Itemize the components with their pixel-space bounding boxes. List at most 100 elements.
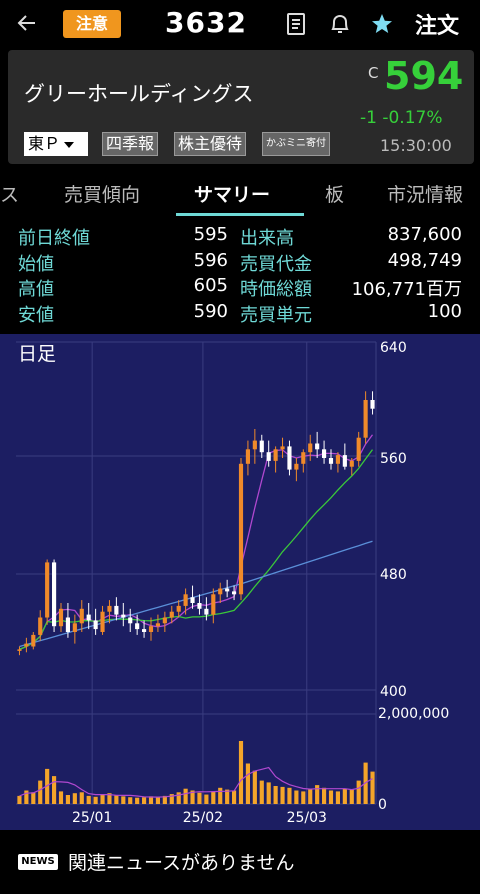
chart-canvas: 日足 640 560 480 400 2,000,000 0 25/01 25/02 25/03 bbox=[16, 340, 449, 826]
bell-icon[interactable] bbox=[327, 11, 353, 37]
volume-bar bbox=[294, 790, 299, 804]
volume-bar bbox=[24, 790, 29, 804]
candle-body bbox=[86, 614, 91, 621]
chart-grid bbox=[16, 341, 377, 805]
volume-series bbox=[17, 741, 375, 804]
stat-value: 590 bbox=[193, 301, 228, 322]
candle-body bbox=[342, 455, 347, 467]
volume-bar bbox=[93, 796, 98, 804]
candle-body bbox=[45, 562, 50, 618]
candle-body bbox=[245, 449, 250, 464]
volume-bar bbox=[252, 770, 257, 804]
candle-body bbox=[363, 400, 368, 438]
candle-body bbox=[238, 463, 244, 595]
candle-body bbox=[259, 440, 264, 453]
candle-body bbox=[183, 594, 188, 606]
candle-body bbox=[38, 617, 43, 635]
volume-bar bbox=[218, 787, 223, 804]
stat-label: 高値 bbox=[18, 279, 54, 300]
candle-body bbox=[72, 623, 77, 632]
candle-body bbox=[52, 562, 57, 627]
tab-trade-trend[interactable]: 売買傾向 bbox=[64, 180, 140, 207]
volume-bar bbox=[335, 791, 340, 804]
news-bar[interactable]: NEWS 関連ニュースがありません bbox=[0, 832, 480, 894]
stat-value: 837,600 bbox=[387, 224, 462, 245]
daily-chart[interactable]: 日足 640 560 480 400 2,000,000 0 25/01 25/02 25/03 bbox=[0, 334, 480, 830]
caution-badge: 注意 bbox=[63, 10, 121, 38]
stat-label: 売買代金 bbox=[240, 254, 312, 275]
candle-body bbox=[322, 449, 327, 458]
price-tick-label: 560 bbox=[380, 451, 407, 467]
tab-board[interactable]: 板 bbox=[325, 180, 344, 207]
tab-market-info[interactable]: 市況情報 bbox=[387, 180, 463, 207]
stat-value: 596 bbox=[193, 250, 228, 271]
volume-bar bbox=[100, 795, 105, 804]
volume-bar bbox=[280, 786, 285, 804]
stat-label: 始値 bbox=[18, 254, 54, 275]
candle-body bbox=[121, 614, 126, 618]
candle-body bbox=[294, 463, 299, 470]
candle-body bbox=[349, 460, 354, 467]
candle-body bbox=[58, 608, 64, 627]
volume-bar bbox=[31, 792, 36, 804]
shikiho-tag[interactable]: 四季報 bbox=[102, 132, 159, 156]
candle-body bbox=[79, 608, 84, 624]
market-select[interactable]: 東Ｐ bbox=[24, 132, 88, 156]
volume-bar bbox=[356, 780, 361, 804]
note-icon[interactable] bbox=[283, 11, 309, 37]
summary-stats: 前日終値 595 出来高 837,600 始値 596 売買代金 498,749… bbox=[0, 222, 480, 328]
candle-body bbox=[273, 449, 278, 461]
volume-bar bbox=[204, 794, 209, 804]
candle-body bbox=[128, 617, 133, 624]
volume-bar bbox=[176, 792, 181, 804]
stat-label: 安値 bbox=[18, 305, 54, 326]
shareholder-benefit-tag[interactable]: 株主優待 bbox=[174, 132, 247, 156]
candle-body bbox=[266, 452, 271, 461]
volume-bar bbox=[266, 782, 271, 804]
volume-bar bbox=[17, 795, 22, 804]
star-icon[interactable] bbox=[369, 11, 395, 37]
stock-card: グリーホールディングス C 594 -1 -0.17% 15:30:00 東Ｐ … bbox=[8, 50, 474, 164]
volume-bar bbox=[273, 786, 278, 804]
volume-bar bbox=[370, 771, 375, 804]
stock-name: グリーホールディングス bbox=[24, 82, 254, 106]
price-time: 15:30:00 bbox=[380, 136, 452, 155]
back-arrow-icon[interactable] bbox=[14, 10, 40, 36]
candle-body bbox=[287, 446, 292, 470]
moving-averages bbox=[19, 434, 374, 650]
candle-body bbox=[204, 608, 209, 615]
candle-body bbox=[93, 620, 98, 630]
tab-partial[interactable]: ス bbox=[0, 180, 19, 207]
ma-mid-line bbox=[19, 449, 374, 650]
volume-bar bbox=[52, 776, 57, 804]
stat-value: 106,771百万 bbox=[351, 279, 462, 300]
candle-body bbox=[280, 446, 285, 450]
candle-body bbox=[328, 458, 334, 464]
stat-label: 売買単元 bbox=[240, 305, 312, 326]
volume-bar bbox=[308, 788, 313, 804]
tab-bar: ス 売買傾向 サマリー 板 市況情報 bbox=[0, 168, 480, 218]
candle-body bbox=[211, 594, 216, 615]
volume-bar bbox=[322, 787, 327, 804]
kabumini-tag[interactable]: かぶミニ寄付 bbox=[262, 132, 330, 156]
volume-bar bbox=[38, 780, 43, 804]
candle-body bbox=[218, 588, 223, 595]
volume-bar bbox=[72, 793, 77, 804]
volume-bar bbox=[238, 741, 244, 804]
tab-summary[interactable]: サマリー bbox=[194, 180, 270, 207]
candle-body bbox=[31, 634, 36, 647]
stock-code: 3632 bbox=[165, 6, 247, 39]
candle-body bbox=[252, 440, 257, 450]
axis-ticks: 640 560 480 400 2,000,000 0 25/01 25/02 25/03 bbox=[72, 340, 449, 826]
volume-bar bbox=[287, 787, 292, 804]
stat-row: 始値 596 売買代金 498,749 bbox=[0, 250, 480, 276]
order-button[interactable]: 注文 bbox=[415, 8, 459, 40]
volume-tick-label: 2,000,000 bbox=[378, 706, 449, 722]
volume-bar bbox=[114, 795, 119, 804]
volume-bar bbox=[197, 792, 202, 804]
candle-body bbox=[162, 617, 167, 624]
close-flag: C bbox=[368, 64, 379, 82]
price-tick-label: 480 bbox=[380, 567, 407, 583]
stat-row: 高値 605 時価総額 106,771百万 bbox=[0, 275, 480, 301]
volume-bar bbox=[58, 791, 64, 804]
